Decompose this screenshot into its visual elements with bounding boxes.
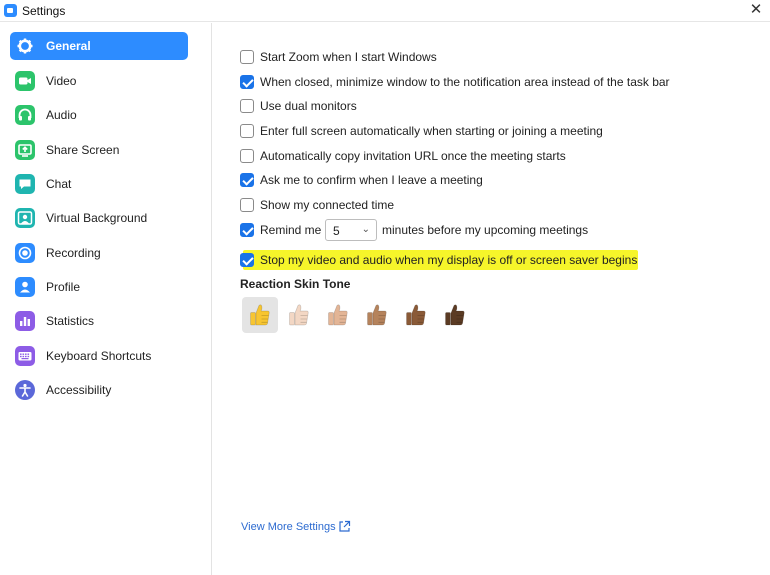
connected-time-checkbox[interactable]	[240, 198, 254, 212]
stop-video-checkbox[interactable]	[240, 253, 254, 267]
start-zoom-checkbox[interactable]	[240, 50, 254, 64]
dual-monitors-checkbox[interactable]	[240, 99, 254, 113]
sidebar-item-label: Audio	[46, 108, 77, 122]
view-more-settings-link[interactable]: View More Settings	[241, 521, 336, 533]
video-camera-icon	[15, 71, 35, 91]
skin-tone-option-6[interactable]	[437, 297, 473, 333]
thumbs-up-icon	[406, 304, 426, 326]
skin-tone-option-4[interactable]	[359, 297, 395, 333]
reaction-skin-tone-title: Reaction Skin Tone	[240, 277, 351, 291]
option-label: Automatically copy invitation URL once t…	[260, 149, 566, 163]
skin-tone-option-1[interactable]	[242, 297, 278, 333]
zoom-app-icon	[4, 4, 17, 17]
option-label: Stop my video and audio when my display …	[260, 253, 638, 267]
title-bar: Settings ✕	[0, 0, 770, 22]
remind-suffix-label: minutes before my upcoming meetings	[382, 223, 589, 237]
option-label: Use dual monitors	[260, 99, 357, 113]
sidebar-item-label: Accessibility	[46, 383, 112, 397]
sidebar-item-label: Video	[46, 74, 77, 88]
minimize-to-tray-checkbox[interactable]	[240, 75, 254, 89]
thumbs-up-icon	[289, 304, 309, 326]
person-background-icon	[15, 208, 35, 228]
option-label: Remind me	[260, 223, 322, 237]
headphones-icon	[15, 105, 35, 125]
keyboard-icon	[15, 346, 35, 366]
chat-bubble-icon	[15, 174, 35, 194]
option-label: Ask me to confirm when I leave a meeting	[260, 173, 483, 187]
skin-tone-option-5[interactable]	[398, 297, 434, 333]
sidebar-item-statistics[interactable]: Statistics	[10, 307, 188, 335]
sidebar-item-label: General	[46, 39, 91, 53]
sidebar-item-label: Profile	[46, 280, 81, 294]
record-icon	[15, 243, 35, 263]
share-screen-icon	[15, 140, 35, 160]
copy-invitation-url-checkbox[interactable]	[240, 149, 254, 163]
remind-minutes-value: 5	[333, 224, 340, 238]
sidebar-item-accessibility[interactable]: Accessibility	[10, 376, 188, 404]
general-settings-panel: Start Zoom when I start Windows When clo…	[213, 23, 770, 575]
skin-tone-option-3[interactable]	[320, 297, 356, 333]
close-icon[interactable]: ✕	[746, 0, 766, 20]
full-screen-checkbox[interactable]	[240, 124, 254, 138]
remind-minutes-select[interactable]: 5 ⌄	[325, 219, 377, 241]
settings-sidebar: General Video Audio Share Screen Chat Vi…	[0, 23, 212, 575]
sidebar-item-label: Recording	[46, 246, 101, 260]
window-title: Settings	[22, 4, 66, 18]
accessibility-icon	[15, 380, 35, 400]
sidebar-item-recording[interactable]: Recording	[10, 239, 188, 267]
skin-tone-option-2[interactable]	[281, 297, 317, 333]
person-icon	[15, 277, 35, 297]
sidebar-item-share-screen[interactable]: Share Screen	[10, 136, 188, 164]
sidebar-item-keyboard-shortcuts[interactable]: Keyboard Shortcuts	[10, 342, 188, 370]
option-label: When closed, minimize window to the noti…	[260, 75, 670, 89]
sidebar-item-label: Keyboard Shortcuts	[46, 349, 152, 363]
remind-me-checkbox[interactable]	[240, 223, 254, 237]
sidebar-item-profile[interactable]: Profile	[10, 273, 188, 301]
thumbs-up-icon	[328, 304, 348, 326]
chevron-down-icon: ⌄	[361, 224, 370, 235]
confirm-leave-checkbox[interactable]	[240, 173, 254, 187]
sidebar-item-virtual-background[interactable]: Virtual Background	[10, 204, 188, 232]
gear-icon	[15, 36, 35, 56]
sidebar-item-chat[interactable]: Chat	[10, 170, 188, 198]
bar-chart-icon	[15, 311, 35, 331]
thumbs-up-icon	[445, 304, 465, 326]
thumbs-up-icon	[250, 304, 270, 326]
sidebar-item-label: Share Screen	[46, 143, 120, 157]
sidebar-item-label: Statistics	[46, 314, 95, 328]
option-label: Start Zoom when I start Windows	[260, 50, 437, 64]
external-link-icon[interactable]	[338, 520, 351, 533]
sidebar-item-video[interactable]: Video	[10, 67, 188, 95]
option-label: Enter full screen automatically when sta…	[260, 124, 603, 138]
option-label: Show my connected time	[260, 198, 395, 212]
thumbs-up-icon	[367, 304, 387, 326]
sidebar-item-general[interactable]: General	[10, 32, 188, 60]
sidebar-item-label: Chat	[46, 177, 72, 191]
sidebar-item-audio[interactable]: Audio	[10, 101, 188, 129]
sidebar-item-label: Virtual Background	[46, 211, 148, 225]
